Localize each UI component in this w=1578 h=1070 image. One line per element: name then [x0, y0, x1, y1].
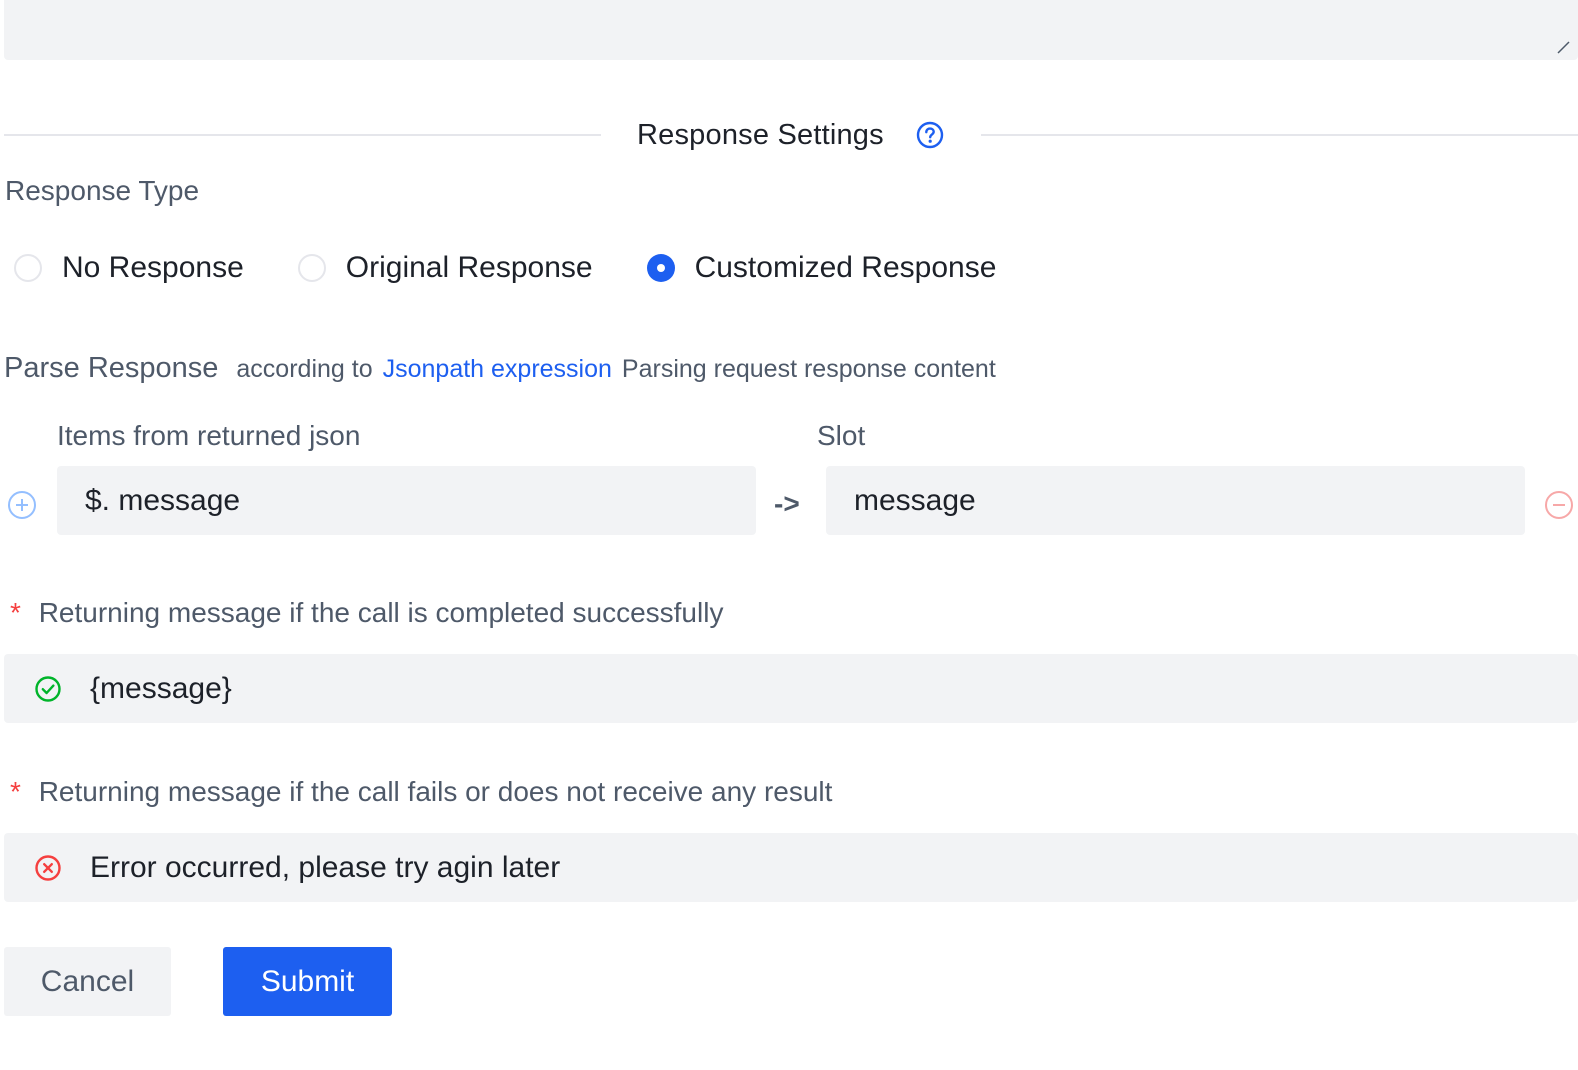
parse-hint-prefix: according to — [236, 355, 373, 383]
help-icon[interactable] — [916, 121, 944, 149]
cancel-button[interactable]: Cancel — [4, 947, 171, 1016]
radio-circle-icon[interactable] — [14, 254, 42, 282]
success-message-label: Returning message if the call is complet… — [38, 597, 724, 628]
radio-label: No Response — [62, 251, 244, 284]
add-row-icon[interactable] — [7, 490, 37, 520]
parse-response-label: Parse Response — [4, 352, 219, 384]
failure-message-value: Error occurred, please try agin later — [90, 850, 561, 884]
failure-message-label: Returning message if the call fails or d… — [38, 776, 833, 807]
success-message-value: {message} — [90, 671, 232, 705]
jsonpath-expression-link[interactable]: Jsonpath expression — [383, 355, 612, 384]
close-circle-icon — [35, 854, 61, 881]
radio-original-response[interactable]: Original Response — [297, 249, 593, 287]
description-textarea[interactable] — [4, 0, 1578, 60]
response-type-label: Response Type — [5, 175, 200, 206]
slot-input[interactable]: message — [826, 466, 1525, 535]
items-column-label: Items from returned json — [57, 420, 361, 451]
check-circle-icon — [35, 675, 61, 702]
failure-message-input[interactable]: Error occurred, please try agin later — [4, 833, 1578, 902]
success-message-input[interactable]: {message} — [4, 654, 1578, 723]
json-path-value: $. message — [85, 483, 241, 517]
radio-label: Customized Response — [694, 251, 997, 284]
required-mark: * — [10, 776, 21, 807]
section-title: Response Settings — [637, 119, 884, 151]
radio-checked-icon[interactable] — [646, 254, 675, 282]
radio-customized-response[interactable]: Customized Response — [646, 249, 997, 287]
submit-button[interactable]: Submit — [223, 947, 392, 1016]
mapping-arrow: -> — [774, 488, 800, 519]
json-path-input[interactable]: $. message — [57, 466, 756, 535]
parse-response-row: Parse Response according to Jsonpath exp… — [4, 352, 996, 385]
resize-handle-icon[interactable] — [1556, 40, 1570, 54]
divider-right — [981, 134, 1578, 136]
radio-circle-icon[interactable] — [297, 254, 326, 282]
slot-value: message — [854, 483, 976, 517]
divider-left — [4, 134, 601, 136]
failure-message-label-row: * Returning message if the call fails or… — [10, 774, 832, 810]
radio-no-response[interactable]: No Response — [14, 249, 244, 287]
parse-hint-suffix: Parsing request response content — [621, 355, 996, 383]
required-mark: * — [10, 597, 21, 628]
radio-label: Original Response — [345, 251, 593, 284]
slot-column-label: Slot — [817, 420, 866, 451]
remove-row-icon[interactable] — [1544, 490, 1574, 520]
success-message-label-row: * Returning message if the call is compl… — [10, 595, 723, 631]
response-type-radio-group: No Response Original Response Customized… — [14, 248, 1050, 288]
